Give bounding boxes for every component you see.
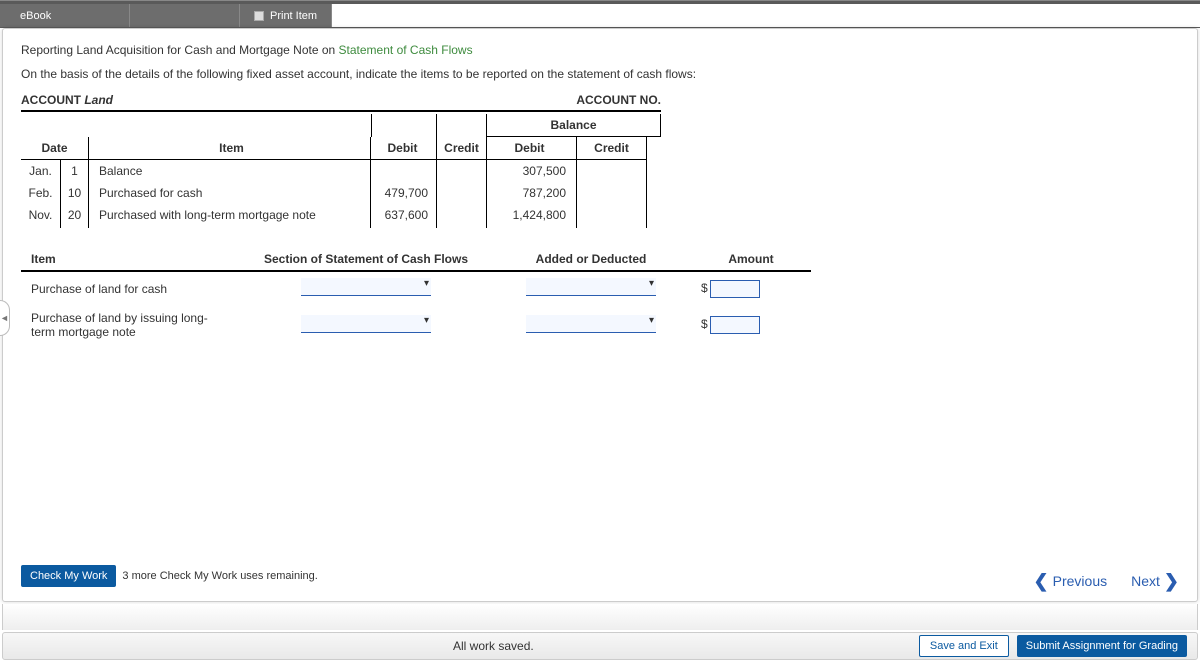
account-name: Land	[84, 93, 113, 107]
print-icon	[254, 11, 264, 21]
title-prefix: Reporting Land Acquisition for Cash and …	[21, 43, 339, 57]
account-no-label: ACCOUNT NO.	[576, 93, 661, 107]
cell-credit	[437, 204, 487, 228]
ledger-row: Feb. 10 Purchased for cash 479,700 787,2…	[21, 182, 661, 204]
amount-input[interactable]	[710, 316, 760, 334]
cell-bdebit: 307,500	[487, 160, 577, 182]
cell-month: Nov.	[21, 204, 61, 228]
previous-link[interactable]: ❮ Previous	[1034, 573, 1108, 589]
cell-debit: 479,700	[371, 182, 437, 204]
chevron-right-icon: ❯	[1164, 574, 1179, 588]
answer-table: Item Section of Statement of Cash Flows …	[21, 248, 811, 345]
cell-credit	[437, 160, 487, 182]
ans-col-item: Item	[21, 248, 241, 271]
main-panel: Reporting Land Acquisition for Cash and …	[2, 28, 1198, 602]
tab-spacer	[130, 4, 240, 27]
save-exit-button[interactable]: Save and Exit	[919, 635, 1009, 657]
col-credit: Credit	[437, 137, 487, 160]
footer-divider	[2, 604, 1198, 630]
cell-month: Feb.	[21, 182, 61, 204]
currency-symbol: $	[701, 317, 708, 331]
tab-print[interactable]: Print Item	[240, 4, 332, 27]
amount-input[interactable]	[710, 280, 760, 298]
check-hint: 3 more Check My Work uses remaining.	[122, 570, 317, 582]
answer-row: Purchase of land for cash $	[21, 271, 811, 305]
previous-label: Previous	[1053, 573, 1107, 589]
cell-item: Purchased with long-term mortgage note	[89, 204, 371, 228]
cell-bcredit	[577, 204, 647, 228]
cell-month: Jan.	[21, 160, 61, 182]
next-label: Next	[1131, 573, 1160, 589]
added-dropdown[interactable]	[526, 315, 656, 333]
save-status: All work saved.	[453, 639, 534, 653]
added-dropdown[interactable]	[526, 278, 656, 296]
cell-bdebit: 787,200	[487, 182, 577, 204]
section-dropdown[interactable]	[301, 278, 431, 296]
answer-row: Purchase of land by issuing long-term mo…	[21, 305, 811, 345]
side-expand-handle[interactable]: ◄	[0, 300, 10, 336]
cell-item: Purchased for cash	[89, 182, 371, 204]
check-my-work-button[interactable]: Check My Work	[21, 565, 116, 587]
balance-header: Balance	[487, 114, 661, 137]
next-link[interactable]: Next ❯	[1131, 573, 1179, 589]
col-date: Date	[21, 137, 89, 160]
cell-item: Balance	[89, 160, 371, 182]
ans-col-section: Section of Statement of Cash Flows	[241, 248, 491, 271]
col-bcredit: Credit	[577, 137, 647, 160]
ledger-row: Jan. 1 Balance 307,500	[21, 160, 661, 182]
cell-day: 10	[61, 182, 89, 204]
cell-bcredit	[577, 160, 647, 182]
chevron-left-icon: ◄	[0, 313, 9, 323]
tab-bar: eBook Print Item	[0, 4, 1200, 28]
col-item: Item	[89, 137, 371, 160]
ledger-row: Nov. 20 Purchased with long-term mortgag…	[21, 204, 661, 228]
title-link[interactable]: Statement of Cash Flows	[339, 43, 473, 57]
cell-day: 1	[61, 160, 89, 182]
ans-col-added: Added or Deducted	[491, 248, 691, 271]
footer-bar: All work saved. Save and Exit Submit Ass…	[2, 632, 1198, 660]
col-debit: Debit	[371, 137, 437, 160]
account-header: ACCOUNT Land ACCOUNT NO.	[21, 93, 661, 112]
section-dropdown[interactable]	[301, 315, 431, 333]
cell-credit	[437, 182, 487, 204]
ledger-table: Balance Date Item Debit Credit Debit Cre…	[21, 114, 661, 228]
ans-col-amount: Amount	[691, 248, 811, 271]
chevron-left-icon: ❮	[1034, 574, 1049, 588]
question-title: Reporting Land Acquisition for Cash and …	[21, 43, 1179, 57]
submit-button[interactable]: Submit Assignment for Grading	[1017, 635, 1187, 657]
ans-item: Purchase of land by issuing long-term mo…	[21, 305, 241, 345]
print-label: Print Item	[270, 10, 317, 22]
cell-debit: 637,600	[371, 204, 437, 228]
cell-bdebit: 1,424,800	[487, 204, 577, 228]
ans-item: Purchase of land for cash	[21, 271, 241, 305]
tab-ebook[interactable]: eBook	[0, 4, 130, 27]
instruction-text: On the basis of the details of the follo…	[21, 67, 1179, 81]
col-bdebit: Debit	[487, 137, 577, 160]
account-label: ACCOUNT	[21, 93, 81, 107]
cell-debit	[371, 160, 437, 182]
currency-symbol: $	[701, 281, 708, 295]
cell-bcredit	[577, 182, 647, 204]
cell-day: 20	[61, 204, 89, 228]
